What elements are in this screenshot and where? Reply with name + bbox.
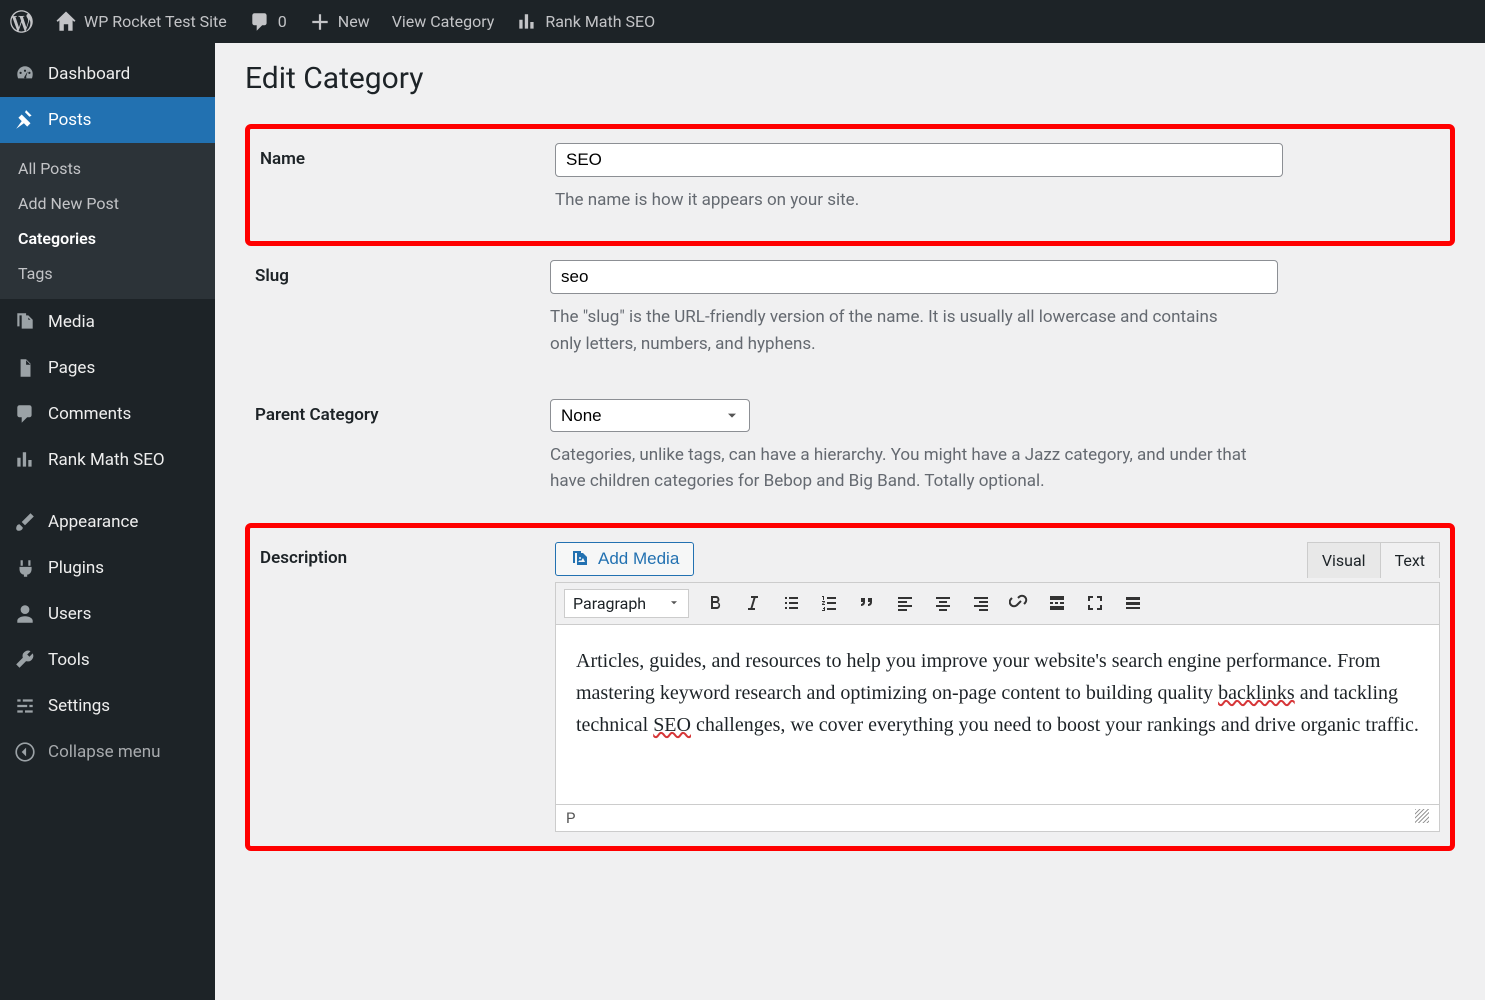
plus-icon — [309, 11, 331, 33]
site-name: WP Rocket Test Site — [84, 12, 227, 31]
plug-icon — [14, 557, 36, 579]
resize-handle[interactable] — [1415, 809, 1429, 823]
name-field-row: Name The name is how it appears on your … — [245, 124, 1455, 246]
fullscreen-button[interactable] — [1083, 591, 1107, 615]
media-icon — [14, 311, 36, 333]
slug-label: Slug — [255, 260, 550, 357]
wordpress-icon — [10, 10, 33, 33]
main-content: Edit Category Name The name is how it ap… — [215, 43, 1485, 1000]
dashboard-icon — [14, 63, 36, 85]
comment-icon — [14, 403, 36, 425]
submenu-add-new-post[interactable]: Add New Post — [0, 186, 215, 221]
add-media-button[interactable]: Add Media — [555, 542, 694, 576]
format-select[interactable]: Paragraph — [564, 589, 689, 618]
view-category-link[interactable]: View Category — [392, 12, 495, 31]
wp-logo-menu[interactable] — [10, 10, 33, 33]
submenu-categories[interactable]: Categories — [0, 221, 215, 256]
element-path[interactable]: P — [566, 809, 575, 827]
menu-rankmath[interactable]: Rank Math SEO — [0, 437, 215, 483]
readmore-button[interactable] — [1045, 591, 1069, 615]
name-label: Name — [260, 143, 555, 213]
editor-toolbar: Paragraph — [555, 582, 1440, 625]
brush-icon — [14, 511, 36, 533]
align-right-button[interactable] — [969, 591, 993, 615]
tab-text[interactable]: Text — [1381, 542, 1440, 578]
menu-plugins[interactable]: Plugins — [0, 545, 215, 591]
toolbar-toggle-button[interactable] — [1121, 591, 1145, 615]
bold-button[interactable] — [703, 591, 727, 615]
parent-label: Parent Category — [255, 399, 550, 495]
pages-icon — [14, 357, 36, 379]
user-icon — [14, 603, 36, 625]
menu-users[interactable]: Users — [0, 591, 215, 637]
comment-count: 0 — [278, 12, 287, 31]
quote-button[interactable] — [855, 591, 879, 615]
name-input[interactable] — [555, 143, 1283, 177]
posts-submenu: All Posts Add New Post Categories Tags — [0, 143, 215, 299]
new-content-link[interactable]: New — [309, 11, 370, 33]
menu-appearance[interactable]: Appearance — [0, 499, 215, 545]
chart-icon — [14, 449, 36, 471]
description-field-row: Description Add Media Visual Text Paragr… — [245, 523, 1455, 851]
rankmath-toolbar-link[interactable]: Rank Math SEO — [516, 11, 655, 33]
parent-field-row: Parent Category None Categories, unlike … — [245, 385, 1455, 523]
menu-settings[interactable]: Settings — [0, 683, 215, 729]
parent-help: Categories, unlike tags, can have a hier… — [550, 442, 1250, 495]
menu-dashboard[interactable]: Dashboard — [0, 51, 215, 97]
comment-icon — [249, 11, 271, 33]
wrench-icon — [14, 649, 36, 671]
slug-input[interactable] — [550, 260, 1278, 294]
chart-icon — [516, 11, 538, 33]
italic-button[interactable] — [741, 591, 765, 615]
parent-select[interactable]: None — [550, 399, 750, 432]
slug-field-row: Slug The "slug" is the URL-friendly vers… — [245, 246, 1455, 385]
collapse-menu[interactable]: Collapse menu — [0, 729, 215, 775]
new-label: New — [338, 12, 370, 31]
home-icon — [55, 11, 77, 33]
site-name-link[interactable]: WP Rocket Test Site — [55, 11, 227, 33]
collapse-icon — [14, 741, 36, 763]
page-title: Edit Category — [245, 61, 1455, 96]
menu-tools[interactable]: Tools — [0, 637, 215, 683]
tab-visual[interactable]: Visual — [1307, 542, 1381, 578]
submenu-tags[interactable]: Tags — [0, 256, 215, 291]
menu-posts[interactable]: Posts — [0, 97, 215, 143]
description-editor[interactable]: Articles, guides, and resources to help … — [555, 625, 1440, 805]
number-list-button[interactable] — [817, 591, 841, 615]
link-button[interactable] — [1007, 591, 1031, 615]
name-help: The name is how it appears on your site. — [555, 187, 1255, 213]
slug-help: The "slug" is the URL-friendly version o… — [550, 304, 1250, 357]
chevron-down-icon — [668, 597, 680, 609]
media-icon — [570, 549, 590, 569]
align-center-button[interactable] — [931, 591, 955, 615]
menu-media[interactable]: Media — [0, 299, 215, 345]
menu-comments[interactable]: Comments — [0, 391, 215, 437]
editor-statusbar: P — [555, 805, 1440, 832]
align-left-button[interactable] — [893, 591, 917, 615]
comments-link[interactable]: 0 — [249, 11, 287, 33]
admin-toolbar: WP Rocket Test Site 0 New View Category … — [0, 0, 1485, 43]
sliders-icon — [14, 695, 36, 717]
admin-sidebar: Dashboard Posts All Posts Add New Post C… — [0, 43, 215, 1000]
bullet-list-button[interactable] — [779, 591, 803, 615]
menu-pages[interactable]: Pages — [0, 345, 215, 391]
submenu-all-posts[interactable]: All Posts — [0, 151, 215, 186]
pin-icon — [14, 109, 36, 131]
description-label: Description — [260, 542, 555, 832]
